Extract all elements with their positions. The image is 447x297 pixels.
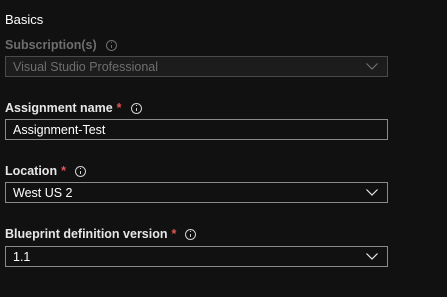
info-icon[interactable] xyxy=(130,102,142,114)
required-asterisk: * xyxy=(171,227,177,241)
info-icon[interactable] xyxy=(74,165,86,177)
blueprint-version-dropdown[interactable]: 1.1 xyxy=(5,246,388,267)
subscription-value: Visual Studio Professional xyxy=(13,59,158,74)
info-icon[interactable] xyxy=(185,228,197,240)
subscription-label: Subscription(s) xyxy=(5,38,97,52)
chevron-down-icon xyxy=(357,57,387,76)
assignment-name-label: Assignment name xyxy=(5,101,113,115)
section-title: Basics xyxy=(5,12,44,27)
subscription-dropdown: Visual Studio Professional xyxy=(5,56,388,77)
location-value: West US 2 xyxy=(13,185,73,200)
location-label: Location xyxy=(5,164,58,178)
blueprint-version-label-row: Blueprint definition version * xyxy=(5,226,197,242)
blueprint-version-value: 1.1 xyxy=(13,249,31,264)
location-dropdown[interactable]: West US 2 xyxy=(5,182,388,203)
assignment-name-value[interactable]: Assignment-Test xyxy=(6,123,387,137)
blueprint-version-label: Blueprint definition version xyxy=(5,227,168,241)
required-asterisk: * xyxy=(116,101,122,115)
info-icon[interactable] xyxy=(105,39,117,51)
subscription-label-row: Subscription(s) xyxy=(5,37,117,53)
chevron-down-icon[interactable] xyxy=(357,183,387,202)
blueprint-assignment-basics-panel: Basics Subscription(s) Visual Studio Pro… xyxy=(0,0,447,297)
assignment-name-label-row: Assignment name * xyxy=(5,100,142,116)
chevron-down-icon[interactable] xyxy=(357,247,387,266)
location-label-row: Location * xyxy=(5,163,86,179)
assignment-name-input[interactable]: Assignment-Test xyxy=(5,119,388,140)
required-asterisk: * xyxy=(61,164,66,178)
